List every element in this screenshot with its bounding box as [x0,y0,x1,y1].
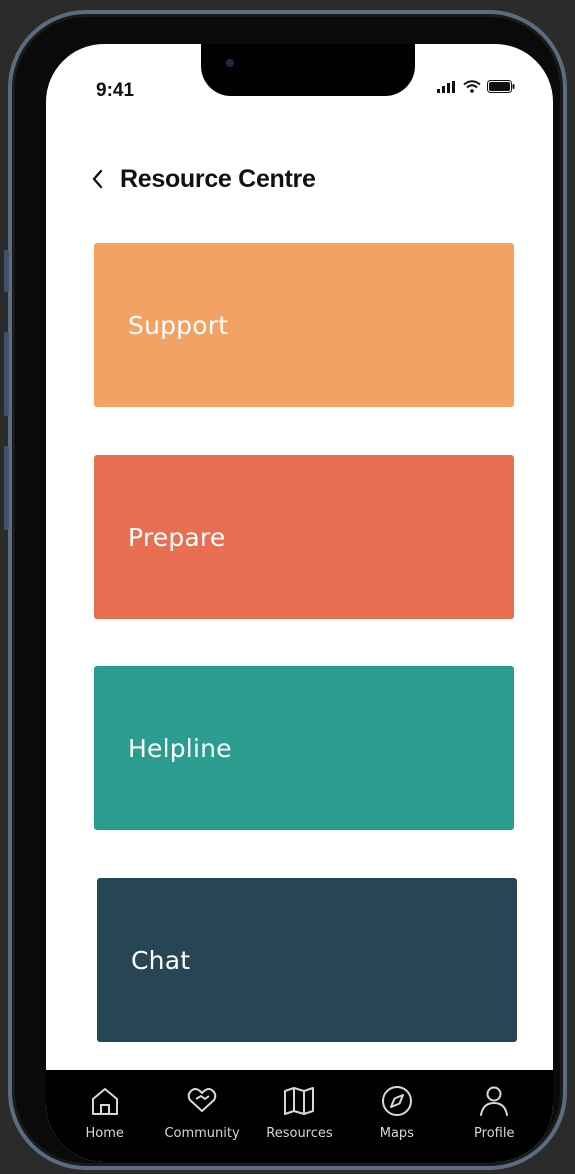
page-title: Resource Centre [120,164,316,193]
notch [201,44,415,96]
status-time: 9:41 [96,80,135,101]
wifi-icon [463,80,481,93]
battery-icon [487,80,515,93]
card-label: Prepare [128,522,226,552]
card-prepare[interactable]: Prepare [94,455,514,619]
map-icon [284,1087,315,1115]
phone-frame: 9:41 Resource Centre Support Prepare Hel… [4,10,567,1170]
card-helpline[interactable]: Helpline [94,666,514,830]
tab-label: Maps [379,1126,414,1141]
camera [226,59,234,67]
screen: 9:41 Resource Centre Support Prepare Hel… [46,44,553,1162]
tab-home[interactable]: Home [60,1082,150,1141]
tab-label: Community [164,1126,240,1141]
side-button [4,250,9,292]
card-label: Support [128,310,229,340]
tab-maps[interactable]: Maps [352,1082,442,1141]
profile-icon [480,1086,509,1116]
tab-label: Profile [474,1126,515,1141]
tab-label: Resources [266,1126,333,1141]
home-icon [91,1088,118,1115]
card-support[interactable]: Support [94,243,514,407]
card-label: Helpline [128,733,232,763]
cellular-signal-icon [437,80,455,93]
compass-icon [381,1086,412,1116]
tab-community[interactable]: Community [157,1082,247,1141]
tab-label: Home [85,1126,124,1141]
back-button[interactable] [82,164,112,194]
header: Resource Centre [82,164,316,194]
tab-resources[interactable]: Resources [254,1082,344,1141]
volume-down-button [4,446,9,530]
card-chat[interactable]: Chat [97,878,517,1042]
volume-up-button [4,332,9,416]
status-icons [437,80,515,93]
tab-bar: Home Community Resources Maps Profile [46,1070,553,1162]
community-icon [187,1088,217,1112]
chevron-left-icon [92,169,103,189]
card-label: Chat [131,945,191,975]
tab-profile[interactable]: Profile [449,1082,539,1141]
